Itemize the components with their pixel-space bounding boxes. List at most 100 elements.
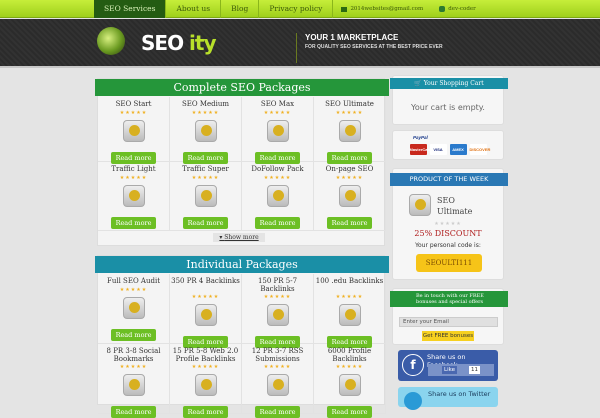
twitter-share-button[interactable]: Share us on Twitter bbox=[398, 387, 498, 410]
potw-discount: 25% DISCOUNT bbox=[414, 229, 482, 238]
amex-icon: AMEX bbox=[449, 144, 467, 155]
nav-about-us[interactable]: About us bbox=[166, 0, 222, 18]
package-icon bbox=[338, 304, 361, 326]
rating-stars: ★★★★★ bbox=[335, 175, 364, 181]
read-more-button[interactable]: Read more bbox=[110, 217, 157, 229]
package-name[interactable]: 150 PR 5-7 Backlinks bbox=[242, 277, 313, 293]
show-more-link[interactable]: ▾ Show more bbox=[213, 233, 265, 242]
twitter-icon bbox=[404, 392, 422, 410]
potw-stars: ★★★★★ bbox=[434, 221, 462, 227]
read-more-button[interactable]: Read more bbox=[254, 217, 301, 229]
read-more-button[interactable]: Read more bbox=[326, 217, 373, 229]
nav-seo-services[interactable]: SEO Services bbox=[94, 0, 167, 18]
read-more-button[interactable]: Read more bbox=[326, 406, 373, 418]
individual-packages-panel: Individual Packages Full SEO Audit ★★★★★… bbox=[95, 255, 389, 418]
read-more-button[interactable]: Read more bbox=[182, 406, 229, 418]
site-logo[interactable]: SEO ity bbox=[141, 31, 217, 55]
cart-title: 🛒 Your Shopping Cart bbox=[390, 78, 508, 89]
package-card: 15 PR 5-8 Web 2.0 Profile Backlinks ★★★★… bbox=[170, 344, 242, 418]
package-icon bbox=[122, 185, 145, 207]
package-name[interactable]: 8 PR 3-8 Social Bookmarks bbox=[98, 347, 169, 363]
package-name[interactable]: 15 PR 5-8 Web 2.0 Profile Backlinks bbox=[170, 347, 241, 363]
package-card: Traffic Super ★★★★★ Read more bbox=[170, 162, 242, 231]
like-button[interactable]: Like bbox=[442, 366, 457, 374]
get-bonuses-button[interactable]: Get FREE bonuses bbox=[422, 331, 474, 341]
subtagline: FOR QUALITY SEO SERVICES AT THE BEST PRI… bbox=[305, 44, 443, 50]
rating-stars: ★★★★★ bbox=[119, 175, 148, 181]
package-icon bbox=[266, 120, 289, 142]
potw-title: PRODUCT OF THE WEEK bbox=[390, 173, 508, 186]
package-card: Traffic Light ★★★★★ Read more bbox=[98, 162, 170, 231]
rating-stars: ★★★★★ bbox=[263, 110, 292, 116]
package-card: 350 PR 4 Backlinks ★★★★★ Read more bbox=[170, 274, 242, 348]
globe-logo-icon bbox=[97, 27, 125, 55]
complete-packages-panel: Complete SEO Packages SEO Start ★★★★★ Re… bbox=[95, 78, 389, 246]
like-count: 11 bbox=[469, 366, 480, 374]
complete-packages-title: Complete SEO Packages bbox=[95, 79, 389, 96]
package-name[interactable]: 12 PR 3-7 RSS Submissions bbox=[242, 347, 313, 363]
package-icon bbox=[122, 297, 145, 319]
skype-text: dev-coder bbox=[448, 6, 476, 12]
twitter-label: Share us on Twitter bbox=[428, 390, 491, 398]
email-text: 2014websites@gmail.com bbox=[350, 6, 424, 12]
package-name[interactable]: SEO Ultimate bbox=[314, 100, 385, 108]
package-name[interactable]: DoFollow Pack bbox=[242, 165, 313, 173]
package-card: DoFollow Pack ★★★★★ Read more bbox=[242, 162, 314, 231]
package-name[interactable]: 6000 Profile Backlinks bbox=[314, 347, 385, 363]
package-name[interactable]: Traffic Super bbox=[170, 165, 241, 173]
potw-code: SEOULTI111 bbox=[416, 254, 482, 272]
package-card: 12 PR 3-7 RSS Submissions ★★★★★ Read mor… bbox=[242, 344, 314, 418]
nav-blog[interactable]: Blog bbox=[221, 0, 260, 18]
package-icon bbox=[194, 120, 217, 142]
payment-methods: PayPal MasterCard VISA AMEX DISCOVER bbox=[392, 130, 504, 160]
read-more-button[interactable]: Read more bbox=[182, 217, 229, 229]
nav-privacy-policy[interactable]: Privacy policy bbox=[259, 0, 334, 18]
email-input[interactable]: Enter your Email bbox=[399, 317, 498, 327]
read-more-button[interactable]: Read more bbox=[110, 406, 157, 418]
divider bbox=[296, 33, 297, 63]
individual-packages-grid: Full SEO Audit ★★★★★ Read more 350 PR 4 B… bbox=[98, 274, 386, 418]
rating-stars: ★★★★★ bbox=[191, 294, 220, 300]
rating-stars: ★★★★★ bbox=[335, 294, 364, 300]
package-icon bbox=[194, 304, 217, 326]
like-widget[interactable]: Like 11 bbox=[428, 364, 494, 376]
rating-stars: ★★★★★ bbox=[191, 110, 220, 116]
package-icon bbox=[266, 185, 289, 207]
package-icon bbox=[266, 374, 289, 396]
individual-packages-title: Individual Packages bbox=[95, 256, 389, 273]
discover-icon: DISCOVER bbox=[469, 144, 490, 155]
rating-stars: ★★★★★ bbox=[119, 110, 148, 116]
site-header: SEO ity YOUR 1 MARKETPLACE FOR QUALITY S… bbox=[0, 19, 600, 68]
facebook-share-button[interactable]: f Share us on Facebook Like 11 bbox=[398, 350, 498, 381]
package-icon bbox=[338, 120, 361, 142]
package-name[interactable]: 100 .edu Backlinks bbox=[314, 277, 385, 292]
rating-stars: ★★★★★ bbox=[119, 287, 148, 293]
rating-stars: ★★★★★ bbox=[335, 364, 364, 370]
package-card: SEO Medium ★★★★★ Read more bbox=[170, 97, 242, 164]
read-more-button[interactable]: Read more bbox=[254, 406, 301, 418]
skype-icon bbox=[439, 6, 446, 12]
package-card: 6000 Profile Backlinks ★★★★★ Read more bbox=[314, 344, 386, 418]
package-name[interactable]: SEO Max bbox=[242, 100, 313, 108]
logo-main: SEO bbox=[141, 31, 184, 55]
package-card: SEO Start ★★★★★ Read more bbox=[98, 97, 170, 164]
email-contact[interactable]: 2014websites@gmail.com bbox=[333, 0, 431, 18]
potw-name[interactable]: SEO Ultimate bbox=[437, 195, 487, 217]
package-name[interactable]: SEO Start bbox=[98, 100, 169, 108]
rating-stars: ★★★★★ bbox=[335, 110, 364, 116]
package-name[interactable]: 350 PR 4 Backlinks bbox=[170, 277, 241, 292]
seo-ultimate-icon bbox=[409, 194, 431, 216]
newsletter-box: Be in touch with our FREE bonuses and sp… bbox=[390, 288, 508, 345]
package-icon bbox=[194, 185, 217, 207]
package-icon bbox=[194, 374, 217, 396]
skype-contact[interactable]: dev-coder bbox=[431, 0, 484, 18]
mail-icon bbox=[341, 6, 348, 12]
read-more-button[interactable]: Read more bbox=[110, 329, 157, 341]
package-name[interactable]: Full SEO Audit bbox=[98, 277, 169, 285]
package-name[interactable]: On-page SEO bbox=[314, 165, 385, 173]
show-more-label: Show more bbox=[224, 234, 259, 241]
package-card: 100 .edu Backlinks ★★★★★ Read more bbox=[314, 274, 386, 348]
package-name[interactable]: Traffic Light bbox=[98, 165, 169, 173]
package-name[interactable]: SEO Medium bbox=[170, 100, 241, 108]
rating-stars: ★★★★★ bbox=[263, 175, 292, 181]
